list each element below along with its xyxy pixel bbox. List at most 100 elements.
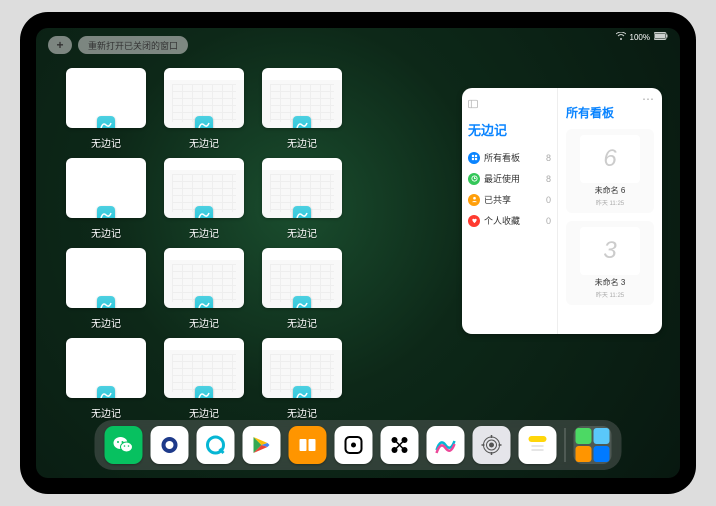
recent-mini-icon <box>594 428 610 444</box>
window-tile[interactable]: 无边记 <box>164 158 244 242</box>
panel-item-label: 已共享 <box>484 193 511 206</box>
panel-right-title: 所有看板 <box>566 104 654 121</box>
screen: 100% + 重新打开已关闭的窗口 无边记无边记无边记无边记无边记无边记无边记无… <box>36 28 680 478</box>
freeform-icon <box>97 296 115 308</box>
reopen-label: 重新打开已关闭的窗口 <box>88 39 178 52</box>
dock-notes-icon[interactable] <box>519 426 557 464</box>
grid-icon <box>468 152 480 164</box>
wifi-icon <box>616 32 626 42</box>
tile-label: 无边记 <box>287 225 317 240</box>
top-controls: + 重新打开已关闭的窗口 <box>48 36 188 54</box>
tile-thumbnail <box>66 158 146 218</box>
panel-item-grid[interactable]: 所有看板8 <box>468 147 551 168</box>
tile-thumbnail <box>66 68 146 128</box>
tile-thumbnail <box>262 338 342 398</box>
window-tile[interactable]: 无边记 <box>262 68 342 152</box>
window-tile[interactable]: 无边记 <box>164 338 244 422</box>
board-card[interactable]: 6 未命名 6 昨天 11:25 <box>566 129 654 213</box>
freeform-icon <box>195 296 213 308</box>
panel-item-heart[interactable]: 个人收藏 0 <box>468 210 551 231</box>
freeform-icon <box>97 206 115 218</box>
tile-label: 无边记 <box>287 135 317 150</box>
window-tile[interactable]: 无边记 <box>262 158 342 242</box>
tile-label: 无边记 <box>189 135 219 150</box>
heart-icon <box>468 215 480 227</box>
tile-label: 无边记 <box>189 315 219 330</box>
panel-item-label: 所有看板 <box>484 151 520 164</box>
panel-item-label: 最近使用 <box>484 172 520 185</box>
dock-settings-icon[interactable] <box>473 426 511 464</box>
panel-item-clock[interactable]: 最近使用8 <box>468 168 551 189</box>
tile-label: 无边记 <box>287 315 317 330</box>
tile-label: 无边记 <box>91 135 121 150</box>
board-name: 未命名 6 <box>595 185 626 196</box>
tile-label: 无边记 <box>189 405 219 420</box>
window-tile[interactable]: 无边记 <box>262 338 342 422</box>
reopen-closed-button[interactable]: 重新打开已关闭的窗口 <box>78 36 188 54</box>
board-thumbnail: 6 <box>580 135 640 183</box>
more-icon[interactable]: ⋯ <box>566 96 654 102</box>
recent-mini-icon <box>576 428 592 444</box>
tile-thumbnail <box>164 248 244 308</box>
person-icon <box>468 194 480 206</box>
dock-play-icon[interactable] <box>243 426 281 464</box>
recent-mini-icon <box>594 446 610 462</box>
panel-left-title: 无边记 <box>468 120 551 139</box>
dock-recent-apps[interactable] <box>574 426 612 464</box>
tile-label: 无边记 <box>91 405 121 420</box>
panel-item-count: 0 <box>546 216 551 226</box>
dock-freeform-icon[interactable] <box>427 426 465 464</box>
ipad-frame: 100% + 重新打开已关闭的窗口 无边记无边记无边记无边记无边记无边记无边记无… <box>20 12 696 494</box>
freeform-icon <box>293 116 311 128</box>
board-date: 昨天 11:25 <box>596 198 624 207</box>
window-tile[interactable]: 无边记 <box>66 248 146 332</box>
tile-thumbnail <box>262 158 342 218</box>
dock-qq-browser-icon[interactable] <box>197 426 235 464</box>
tile-thumbnail <box>66 338 146 398</box>
tile-thumbnail <box>262 68 342 128</box>
tile-thumbnail <box>66 248 146 308</box>
dock-books-icon[interactable] <box>289 426 327 464</box>
clock-icon <box>468 173 480 185</box>
tile-label: 无边记 <box>91 225 121 240</box>
add-button[interactable]: + <box>48 36 72 54</box>
window-tile[interactable]: 无边记 <box>66 158 146 242</box>
panel-item-label: 个人收藏 <box>484 214 520 227</box>
tile-thumbnail <box>262 248 342 308</box>
freeform-icon <box>195 386 213 398</box>
panel-item-person[interactable]: 已共享 0 <box>468 189 551 210</box>
board-date: 昨天 11:25 <box>596 290 624 299</box>
tile-label: 无边记 <box>287 405 317 420</box>
freeform-icon <box>293 296 311 308</box>
freeform-icon <box>195 206 213 218</box>
sidebar-panel: 无边记 所有看板8最近使用8 已共享 0 个人收藏 0 ⋯ 所有看板 6 未命名 6 昨天 … <box>462 88 662 334</box>
window-tile[interactable]: 无边记 <box>164 248 244 332</box>
panel-item-count: 0 <box>546 195 551 205</box>
dock-dice-icon[interactable] <box>335 426 373 464</box>
window-tile[interactable]: 无边记 <box>164 68 244 152</box>
status-bar: 100% <box>616 32 668 42</box>
tile-thumbnail <box>164 158 244 218</box>
tile-thumbnail <box>164 68 244 128</box>
window-tile[interactable]: 无边记 <box>262 248 342 332</box>
tile-label: 无边记 <box>91 315 121 330</box>
dock-browser-q-icon[interactable] <box>151 426 189 464</box>
recent-mini-icon <box>576 446 592 462</box>
battery-icon <box>654 32 668 42</box>
panel-toggle-icon[interactable] <box>468 96 478 114</box>
dock-separator <box>565 428 566 462</box>
window-tile[interactable]: 无边记 <box>66 338 146 422</box>
window-tile[interactable]: 无边记 <box>66 68 146 152</box>
dock-wechat-icon[interactable] <box>105 426 143 464</box>
freeform-icon <box>195 116 213 128</box>
panel-right: ⋯ 所有看板 6未命名 6昨天 11:253未命名 3昨天 11:25 <box>558 88 662 334</box>
plus-icon: + <box>56 38 63 52</box>
tile-label: 无边记 <box>189 225 219 240</box>
dock-connect-icon[interactable] <box>381 426 419 464</box>
freeform-icon <box>293 386 311 398</box>
board-card[interactable]: 3未命名 3昨天 11:25 <box>566 221 654 305</box>
freeform-icon <box>97 386 115 398</box>
freeform-icon <box>293 206 311 218</box>
panel-left: 无边记 所有看板8最近使用8 已共享 0 个人收藏 0 <box>462 88 558 334</box>
board-name: 未命名 3 <box>595 277 626 288</box>
